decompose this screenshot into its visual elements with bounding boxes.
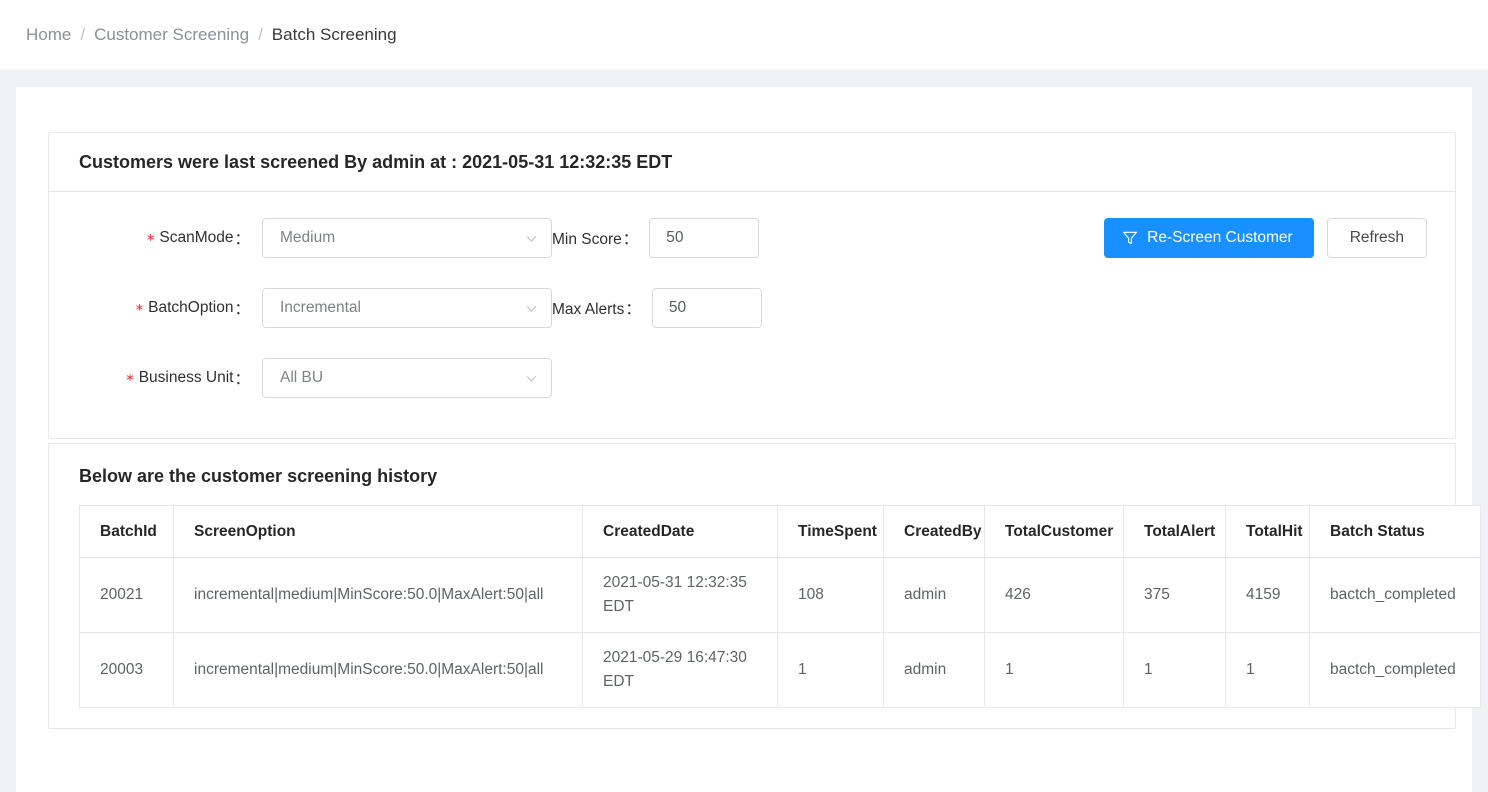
chevron-down-icon xyxy=(525,302,538,315)
cell-timespent: 108 xyxy=(777,557,884,634)
cell-screenoption: incremental|medium|MinScore:50.0|MaxAler… xyxy=(173,557,583,634)
cell-createddate: 2021-05-31 12:32:35 EDT xyxy=(582,557,778,634)
column-header-createddate[interactable]: CreatedDate xyxy=(582,505,778,559)
screening-card-header: Customers were last screened By admin at… xyxy=(49,133,1455,193)
form-field-scan-mode: * ScanMode ： Medium xyxy=(79,218,552,259)
column-header-batchid[interactable]: BatchId xyxy=(79,505,174,559)
min-score-label: Min Score： xyxy=(552,227,638,249)
label-colon: ： xyxy=(234,371,250,389)
business-unit-select[interactable]: All BU xyxy=(262,358,552,399)
breadcrumb-bar: Home / Customer Screening / Batch Screen… xyxy=(0,0,1488,70)
column-header-totalcustomer[interactable]: TotalCustomer xyxy=(984,505,1124,559)
table-row[interactable]: 20021 incremental|medium|MinScore:50.0|M… xyxy=(79,557,1481,634)
form-column-numbers: Min Score： Max Alerts： xyxy=(552,218,852,329)
breadcrumb-item-home[interactable]: Home xyxy=(26,25,71,45)
form-column-selects: * ScanMode ： Medium * BatchOption ： Incr… xyxy=(79,218,552,399)
history-title-wrap: Below are the customer screening history xyxy=(49,444,1455,505)
cell-timespent: 1 xyxy=(777,632,884,708)
cell-totalalert: 1 xyxy=(1123,632,1226,708)
batch-option-select[interactable]: Incremental xyxy=(262,288,552,329)
column-header-totalalert[interactable]: TotalAlert xyxy=(1123,505,1226,559)
screening-history-table: BatchId ScreenOption CreatedDate TimeSpe… xyxy=(79,505,1481,709)
min-score-input[interactable] xyxy=(649,218,760,259)
column-header-timespent[interactable]: TimeSpent xyxy=(777,505,884,559)
history-title: Below are the customer screening history xyxy=(79,466,438,487)
business-unit-label-text: Business Unit xyxy=(138,369,234,387)
page-content-wrapper: Customers were last screened By admin at… xyxy=(0,70,1488,792)
scan-mode-label-text: ScanMode xyxy=(159,229,234,247)
breadcrumb-separator: / xyxy=(258,24,263,44)
table-header-row: BatchId ScreenOption CreatedDate TimeSpe… xyxy=(79,505,1481,559)
cell-totalcustomer: 1 xyxy=(984,632,1124,708)
cell-totalcustomer: 426 xyxy=(984,557,1124,634)
cell-batchid: 20003 xyxy=(79,632,174,708)
refresh-button[interactable]: Refresh xyxy=(1326,218,1427,259)
screening-history-card: Below are the customer screening history… xyxy=(48,443,1481,730)
label-colon: ： xyxy=(234,231,250,249)
history-table-area: BatchId ScreenOption CreatedDate TimeSpe… xyxy=(49,505,1481,728)
page-white-surface: Customers were last screened By admin at… xyxy=(16,87,1481,792)
column-header-createdby[interactable]: CreatedBy xyxy=(883,505,985,559)
scan-mode-select[interactable]: Medium xyxy=(262,218,552,259)
required-asterisk-icon: * xyxy=(126,370,134,389)
label-colon: ： xyxy=(625,301,641,319)
cell-screenoption: incremental|medium|MinScore:50.0|MaxAler… xyxy=(173,632,583,708)
batch-option-label-text: BatchOption xyxy=(148,299,234,317)
breadcrumb-item-customer-screening[interactable]: Customer Screening xyxy=(94,25,249,45)
form-field-batch-option: * BatchOption ： Incremental xyxy=(79,288,552,329)
min-score-label-text: Min Score xyxy=(552,231,622,249)
scan-mode-label: * ScanMode ： xyxy=(147,227,250,249)
cell-batchstatus: bactch_completed xyxy=(1309,557,1481,634)
re-screen-customer-button[interactable]: Re-Screen Customer xyxy=(1104,218,1314,259)
column-header-batchstatus[interactable]: Batch Status xyxy=(1309,505,1481,559)
breadcrumb-separator: / xyxy=(80,24,86,44)
column-header-screenoption[interactable]: ScreenOption xyxy=(173,505,583,559)
re-screen-customer-label: Re-Screen Customer xyxy=(1147,229,1293,247)
chevron-down-icon xyxy=(525,232,538,245)
column-header-totalhit[interactable]: TotalHit xyxy=(1225,505,1310,559)
screening-config-card: Customers were last screened By admin at… xyxy=(48,132,1456,440)
max-alerts-input[interactable] xyxy=(651,288,762,329)
business-unit-label: * Business Unit ： xyxy=(126,367,250,389)
refresh-label: Refresh xyxy=(1349,229,1404,247)
screening-actions: Re-Screen Customer Refresh xyxy=(1104,218,1427,259)
table-row[interactable]: 20003 incremental|medium|MinScore:50.0|M… xyxy=(79,632,1481,708)
breadcrumb: Home / Customer Screening / Batch Screen… xyxy=(26,25,397,45)
required-asterisk-icon: * xyxy=(135,300,144,319)
cell-createdby: admin xyxy=(883,632,985,708)
business-unit-value: All BU xyxy=(280,369,324,387)
cell-batchstatus: bactch_completed xyxy=(1330,661,1456,679)
cell-createdby: admin xyxy=(883,557,985,634)
form-field-max-alerts: Max Alerts： xyxy=(552,288,852,329)
label-colon: ： xyxy=(234,301,250,319)
form-field-business-unit: * Business Unit ： All BU xyxy=(79,358,552,399)
max-alerts-label-text: Max Alerts xyxy=(552,301,625,319)
filter-funnel-icon xyxy=(1122,230,1138,246)
batch-option-value: Incremental xyxy=(280,299,361,317)
cell-totalhit: 1 xyxy=(1225,632,1310,708)
max-alerts-label: Max Alerts： xyxy=(552,297,641,319)
cell-totalalert: 375 xyxy=(1123,557,1226,634)
scan-mode-value: Medium xyxy=(280,229,336,247)
cell-createddate: 2021-05-29 16:47:30 EDT xyxy=(582,632,778,708)
breadcrumb-item-batch-screening: Batch Screening xyxy=(271,24,397,44)
chevron-down-icon xyxy=(525,372,538,385)
required-asterisk-icon: * xyxy=(146,230,155,249)
batch-option-label: * BatchOption ： xyxy=(136,297,250,319)
cell-batchid: 20021 xyxy=(79,557,174,634)
form-field-min-score: Min Score： xyxy=(552,218,852,259)
cell-totalhit: 4159 xyxy=(1225,557,1310,634)
last-screened-title: Customers were last screened By admin at… xyxy=(79,152,673,172)
label-colon: ： xyxy=(622,231,639,249)
screening-card-body: * ScanMode ： Medium * BatchOption ： Incr… xyxy=(49,192,1455,438)
